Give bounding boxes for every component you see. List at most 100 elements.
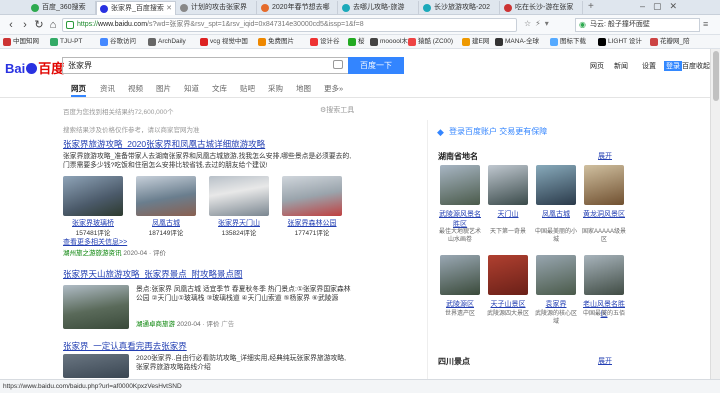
place-link[interactable]: 天子山景区 <box>485 299 531 309</box>
more-info-link[interactable]: 查看更多相关信息>> <box>63 237 127 247</box>
search-input[interactable]: 张家界 <box>62 57 348 74</box>
thumb-fenghuang[interactable] <box>136 176 196 216</box>
bookmark-item[interactable]: 花瓣网_陪 <box>650 36 690 48</box>
result-title[interactable]: 张家界旅游攻略_2020张家界和凤凰古城详细旅游攻略 <box>63 138 353 150</box>
place-thumb[interactable] <box>584 165 624 205</box>
place-link[interactable]: 武陵源区 <box>437 299 483 309</box>
place-thumb[interactable] <box>584 255 624 295</box>
login-button[interactable]: 登录 <box>664 61 682 71</box>
window-controls[interactable]: –▢✕ <box>640 1 685 12</box>
place-desc: 中国最美的五佰 <box>582 311 625 317</box>
tab-baidu-search[interactable]: 张家界_百度搜索 ✕ <box>96 1 176 15</box>
shield-icon: ◆ <box>437 127 444 137</box>
bookmark-item[interactable]: vcg 视觉中国 <box>200 36 248 48</box>
bookmark-item[interactable]: 设计谷 <box>310 36 340 48</box>
place-desc: 武陵源四大景区 <box>486 311 529 317</box>
tab-plan[interactable]: 计划的攻击张家界 <box>177 1 257 15</box>
home-icon[interactable]: ⌂ <box>46 18 60 32</box>
result-1: 张家界旅游攻略_2020张家界和凤凰古城详细旅游攻略 张家界旅游攻略_准备带家人… <box>63 138 353 170</box>
section-title: 四川景点 <box>438 357 470 366</box>
bookmark-item[interactable]: 图标下载 <box>550 36 586 48</box>
bookmark-item[interactable]: 免费图片 <box>258 36 294 48</box>
status-bar: https://www.baidu.com/baidu.php?url=af00… <box>0 379 720 393</box>
tab-eat-changsha[interactable]: 吃在长沙-游在张家 <box>501 1 583 15</box>
baidu-logo[interactable]: Bai 百度 <box>5 58 64 77</box>
bookmark-item[interactable]: 猿酷 (ZC00) <box>408 36 453 48</box>
place-desc: 中国最美丽的小城 <box>534 229 577 243</box>
back-icon[interactable]: ‹ <box>4 18 18 32</box>
place-thumb[interactable] <box>536 165 576 205</box>
tab-news[interactable]: 资讯 <box>100 83 115 97</box>
place-thumb[interactable] <box>440 165 480 205</box>
place-thumb[interactable] <box>536 255 576 295</box>
tab-tieba[interactable]: 贴吧 <box>240 83 255 97</box>
result-source: 湖通卓商旅游 2020-04 · 评价 广告 <box>136 321 235 328</box>
address-bar[interactable]: https://www.baidu.com/s?wd=张家界&rsv_spt=1… <box>62 18 517 32</box>
baidu-header: Bai 百度 张家界 百度一下 网页 新闻 设置 登录 百度收起 <box>0 49 710 83</box>
place-link[interactable]: 袁家界 <box>533 299 579 309</box>
bookmark-item[interactable]: LIGHT 设计 <box>598 36 642 48</box>
thumb-mountains[interactable] <box>63 285 129 329</box>
top-link-fold[interactable]: 百度收起 <box>682 61 710 71</box>
tab-360-search[interactable]: 百度_360搜索 <box>28 1 96 15</box>
forward-icon[interactable]: › <box>18 18 32 32</box>
place-desc: 天下第一奇景 <box>489 229 526 235</box>
tab-changsha[interactable]: 长沙旅游攻略-202 <box>420 1 500 15</box>
scroll-thumb[interactable] <box>713 51 719 101</box>
search-button[interactable]: 百度一下 <box>348 57 404 74</box>
bookmark-item[interactable]: mooool木 <box>370 36 408 48</box>
section-title: 湖南省地名 <box>438 152 478 161</box>
camera-icon[interactable] <box>333 60 343 69</box>
tab-images[interactable]: 图片 <box>156 83 171 97</box>
tab-qunar[interactable]: 去哪儿攻略-旅游 <box>339 1 419 15</box>
thumb-glass-bridge[interactable] <box>63 176 123 216</box>
search-tools[interactable]: ⚙搜索工具 <box>320 105 354 115</box>
place-link[interactable]: 黄龙洞风景区 <box>581 209 627 219</box>
reload-icon[interactable]: ↻ <box>32 18 46 32</box>
place-link[interactable]: 武陵源风景名胜区 <box>437 209 483 229</box>
new-tab-button[interactable]: + <box>588 1 594 12</box>
place-link[interactable]: 天门山 <box>485 209 531 219</box>
menu-icon[interactable]: ≡ <box>703 19 708 29</box>
place-thumb[interactable] <box>440 255 480 295</box>
toolbar-icons[interactable]: ☆⚡▾ <box>524 19 570 31</box>
bookmark-item[interactable]: 建E网 <box>462 36 489 48</box>
tab-wenku[interactable]: 文库 <box>212 83 227 97</box>
bookmark-item[interactable]: ArchDaily <box>148 36 186 48</box>
result-count: 百度为您找到相关结果约72,600,000个 <box>63 109 174 116</box>
expand-link[interactable]: 展开 <box>598 151 612 161</box>
thumb-forest-park[interactable] <box>282 176 342 216</box>
tab-spring[interactable]: 2020年春节想去哪 <box>258 1 338 15</box>
tab-web[interactable]: 网页 <box>71 83 86 97</box>
tab-more[interactable]: 更多» <box>324 83 343 97</box>
expand-link[interactable]: 展开 <box>598 356 612 366</box>
tab-map[interactable]: 地图 <box>296 83 311 97</box>
bookmark-item[interactable]: MANA-全球 <box>495 36 539 48</box>
bookmark-item[interactable]: 谷歌访问 <box>100 36 136 48</box>
tab-favicon <box>31 4 39 12</box>
baidu-favicon <box>100 5 108 13</box>
bookmark-item[interactable]: 桜 <box>348 36 365 48</box>
thumb-result3[interactable] <box>63 354 129 378</box>
tab-zhidao[interactable]: 知道 <box>184 83 199 97</box>
thumb-tianmen[interactable] <box>209 176 269 216</box>
side-search-box[interactable]: ◉ 马云: 般子撞坏面壁 <box>575 18 700 32</box>
tab-purchase[interactable]: 采购 <box>268 83 283 97</box>
top-link-web[interactable]: 网页 <box>590 61 604 71</box>
result-title[interactable]: 张家界_一定认真看完再去张家界 <box>63 340 353 352</box>
bookmark-item[interactable]: TJU-PT <box>50 36 82 48</box>
login-promo[interactable]: ◆ 登录百度账户 交易更有保障 <box>437 124 695 140</box>
place-link[interactable]: 凤凰古城 <box>533 209 579 219</box>
tab-favicon <box>180 4 188 12</box>
top-link-news[interactable]: 新闻 <box>614 61 628 71</box>
top-link-settings[interactable]: 设置 <box>642 61 656 71</box>
scrollbar[interactable] <box>710 49 720 379</box>
bookmark-item[interactable]: 中国知网 <box>3 36 39 48</box>
img-reviews: 187149评论 <box>148 230 184 237</box>
place-thumb[interactable] <box>488 165 528 205</box>
result-title[interactable]: 张家界天山旅游攻略_张家界景点_附攻略景点图 <box>63 268 353 280</box>
close-icon[interactable]: ✕ <box>166 2 172 15</box>
place-thumb[interactable] <box>488 255 528 295</box>
tab-video[interactable]: 视频 <box>128 83 143 97</box>
search-tabs: 网页 资讯 视频 图片 知道 文库 贴吧 采购 地图 更多» <box>0 83 710 97</box>
